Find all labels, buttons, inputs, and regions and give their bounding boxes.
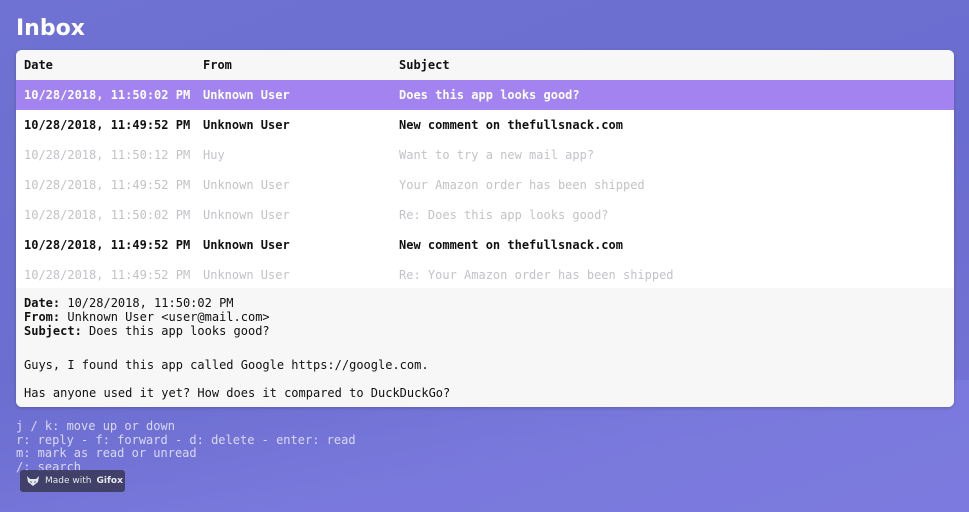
table-row[interactable]: 10/28/2018, 11:50:02 PM Unknown User Re:… (16, 200, 954, 230)
table-header: Date From Subject (16, 50, 954, 80)
gifox-badge: Made with Gifox (20, 470, 125, 492)
shortcut-hint: m: mark as read or unread (16, 446, 197, 460)
badge-brand: Gifox (96, 476, 123, 486)
fox-icon (27, 476, 39, 486)
row-subject: Your Amazon order has been shipped (399, 178, 645, 192)
row-date: 10/28/2018, 11:50:02 PM (24, 88, 191, 102)
row-from: Unknown User (203, 118, 290, 132)
row-date: 10/28/2018, 11:50:12 PM (24, 148, 191, 162)
row-date: 10/28/2018, 11:49:52 PM (24, 238, 191, 252)
preview-from-label: From: (24, 310, 61, 324)
preview-body-line: Has anyone used it yet? How does it comp… (24, 386, 451, 400)
shortcut-hint: j / k: move up or down (16, 419, 175, 433)
row-from: Unknown User (203, 88, 290, 102)
column-header-subject: Subject (399, 58, 450, 72)
table-row[interactable]: 10/28/2018, 11:49:52 PM Unknown User Re:… (16, 260, 954, 290)
preview-from-line: From: Unknown User <user@mail.com> (24, 310, 946, 324)
row-from: Unknown User (203, 238, 290, 252)
column-header-from: From (203, 58, 232, 72)
row-from: Unknown User (203, 178, 290, 192)
table-row[interactable]: 10/28/2018, 11:50:12 PM Huy Want to try … (16, 140, 954, 170)
table-row[interactable]: 10/28/2018, 11:50:02 PM Unknown User Doe… (16, 80, 954, 110)
column-header-date: Date (24, 58, 53, 72)
keyboard-shortcuts: j / k: move up or down r: reply - f: for… (16, 419, 356, 474)
row-subject: Re: Your Amazon order has been shipped (399, 268, 674, 282)
table-row[interactable]: 10/28/2018, 11:49:52 PM Unknown User New… (16, 230, 954, 260)
row-subject: New comment on thefullsnack.com (399, 238, 623, 252)
row-subject: Does this app looks good? (399, 88, 580, 102)
table-row[interactable]: 10/28/2018, 11:49:52 PM Unknown User You… (16, 170, 954, 200)
shortcut-hint: r: reply - f: forward - d: delete - ente… (16, 432, 356, 447)
page-title: Inbox (16, 16, 85, 41)
preview-subject-line: Subject: Does this app looks good? (24, 324, 946, 338)
preview-date-value: 10/28/2018, 11:50:02 PM (67, 296, 234, 310)
preview-subject-value: Does this app looks good? (89, 324, 270, 338)
preview-body-line: Guys, I found this app called Google htt… (24, 358, 429, 372)
row-subject: Want to try a new mail app? (399, 148, 595, 162)
message-preview: Date: 10/28/2018, 11:50:02 PM From: Unkn… (16, 288, 954, 407)
mail-table: Date From Subject 10/28/2018, 11:50:02 P… (16, 50, 954, 290)
row-date: 10/28/2018, 11:49:52 PM (24, 268, 191, 282)
row-from: Unknown User (203, 208, 290, 222)
preview-subject-label: Subject: (24, 324, 82, 338)
row-date: 10/28/2018, 11:50:02 PM (24, 208, 191, 222)
row-from: Unknown User (203, 268, 290, 282)
row-subject: New comment on thefullsnack.com (399, 118, 623, 132)
inbox-panel: Date From Subject 10/28/2018, 11:50:02 P… (16, 50, 954, 407)
badge-prefix: Made with (45, 476, 92, 486)
table-row[interactable]: 10/28/2018, 11:49:52 PM Unknown User New… (16, 110, 954, 140)
preview-date-line: Date: 10/28/2018, 11:50:02 PM (24, 296, 946, 310)
row-date: 10/28/2018, 11:49:52 PM (24, 178, 191, 192)
row-date: 10/28/2018, 11:49:52 PM (24, 118, 191, 132)
preview-date-label: Date: (24, 296, 61, 310)
row-subject: Re: Does this app looks good? (399, 208, 609, 222)
row-from: Huy (203, 148, 225, 162)
preview-from-value: Unknown User <user@mail.com> (67, 310, 270, 324)
